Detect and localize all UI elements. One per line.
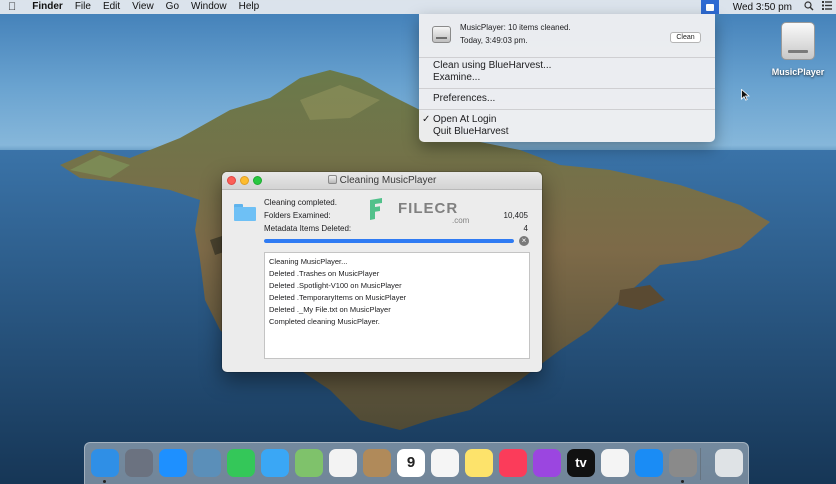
log-line: Deleted .Trashes on MusicPlayer (269, 269, 380, 278)
disk-icon (432, 26, 451, 43)
menu-item-examine[interactable]: Examine... (433, 72, 480, 84)
dock-app-glyph: 9 (406, 454, 416, 471)
cleaning-log[interactable]: Cleaning MusicPlayer... Deleted .Trashes… (264, 252, 530, 359)
menu-item-clean-using[interactable]: Clean using BlueHarvest... (433, 60, 551, 72)
running-indicator (103, 480, 106, 483)
apple-menu-icon[interactable]:  (0, 0, 26, 14)
running-indicator (681, 480, 684, 483)
music-icon[interactable] (499, 449, 527, 477)
log-line: Deleted ._My File.txt on MusicPlayer (269, 305, 391, 314)
menu-window[interactable]: Window (185, 0, 233, 14)
clean-button[interactable]: Clean (670, 32, 701, 43)
spotlight-search-icon[interactable] (800, 0, 818, 14)
desktop-disk-musicplayer[interactable]: MusicPlayer (770, 20, 826, 80)
news-icon[interactable] (601, 449, 629, 477)
maps-icon[interactable] (295, 449, 323, 477)
clean-summary: MusicPlayer: 10 items cleaned. (460, 23, 571, 32)
trash-icon[interactable] (715, 449, 743, 477)
menu-separator (419, 109, 715, 110)
notes-icon[interactable] (465, 449, 493, 477)
window-title-text: Cleaning MusicPlayer (339, 175, 437, 186)
desktop-disk-label: MusicPlayer (771, 67, 825, 77)
menu-file[interactable]: File (69, 0, 97, 14)
podcasts-icon[interactable] (533, 449, 561, 477)
control-list-icon[interactable] (818, 1, 836, 13)
app-store-icon[interactable] (635, 449, 663, 477)
log-line: Deleted .Spotlight-V100 on MusicPlayer (269, 281, 402, 290)
folders-examined-label: Folders Examined: (264, 211, 331, 220)
menu-edit[interactable]: Edit (97, 0, 126, 14)
finder-icon[interactable] (91, 449, 119, 477)
watermark-word: FILECR (398, 200, 459, 217)
external-disk-icon (781, 22, 815, 60)
status-menu-header: MusicPlayer: 10 items cleaned. Today, 3:… (419, 14, 715, 55)
cleaning-status: Cleaning completed. (264, 198, 337, 207)
preview-icon[interactable] (193, 449, 221, 477)
metadata-deleted-label: Metadata Items Deleted: (264, 224, 352, 233)
menu-bar:  Finder File Edit View Go Window Help W… (0, 0, 836, 14)
filecr-watermark: FILECR .com (368, 196, 488, 228)
blueharvest-status-menu: MusicPlayer: 10 items cleaned. Today, 3:… (419, 14, 715, 142)
menu-item-preferences[interactable]: Preferences... (433, 93, 495, 105)
dock: 9 tv (84, 442, 749, 484)
mouse-pointer-icon (741, 88, 751, 104)
messages-icon[interactable] (261, 449, 289, 477)
window-titlebar[interactable]: Cleaning MusicPlayer (222, 172, 542, 190)
safari-icon[interactable] (159, 449, 187, 477)
folder-icon (234, 204, 256, 221)
stop-cleaning-button[interactable]: × (519, 236, 529, 246)
menu-separator (419, 88, 715, 89)
dock-divider (700, 448, 701, 480)
menu-item-quit[interactable]: Quit BlueHarvest (433, 126, 509, 138)
log-line: Cleaning MusicPlayer... (269, 257, 348, 266)
disk-icon (327, 175, 337, 184)
log-line: Completed cleaning MusicPlayer. (269, 317, 380, 326)
window-title: Cleaning MusicPlayer (222, 172, 542, 190)
menu-help[interactable]: Help (233, 0, 266, 14)
system-preferences-icon[interactable] (669, 449, 697, 477)
progress-fill (264, 239, 514, 243)
watermark-suffix: .com (452, 216, 470, 225)
menu-item-open-at-login[interactable]: Open At Login (433, 114, 496, 126)
checkmark-icon: ✓ (422, 114, 431, 125)
filecr-logo-icon (370, 198, 382, 220)
photos-icon[interactable] (329, 449, 357, 477)
dock-app-glyph: tv (575, 455, 587, 470)
menu-separator (419, 57, 715, 58)
menu-extras: Wed 3:50 pm (700, 0, 836, 14)
facetime-icon[interactable] (227, 449, 255, 477)
reminders-icon[interactable] (431, 449, 459, 477)
blueharvest-status-icon[interactable] (700, 0, 719, 14)
menu-view[interactable]: View (126, 0, 160, 14)
menu-clock[interactable]: Wed 3:50 pm (725, 2, 800, 13)
tv-icon[interactable]: tv (567, 449, 595, 477)
menu-go[interactable]: Go (160, 0, 185, 14)
clean-timestamp: Today, 3:49:03 pm. (460, 36, 528, 45)
launchpad-icon[interactable] (125, 449, 153, 477)
menu-app-name[interactable]: Finder (26, 0, 69, 14)
calendar-icon[interactable]: 9 (397, 449, 425, 477)
cleaning-progress-bar (264, 239, 514, 243)
contacts-icon[interactable] (363, 449, 391, 477)
log-line: Deleted .TemporaryItems on MusicPlayer (269, 293, 407, 302)
